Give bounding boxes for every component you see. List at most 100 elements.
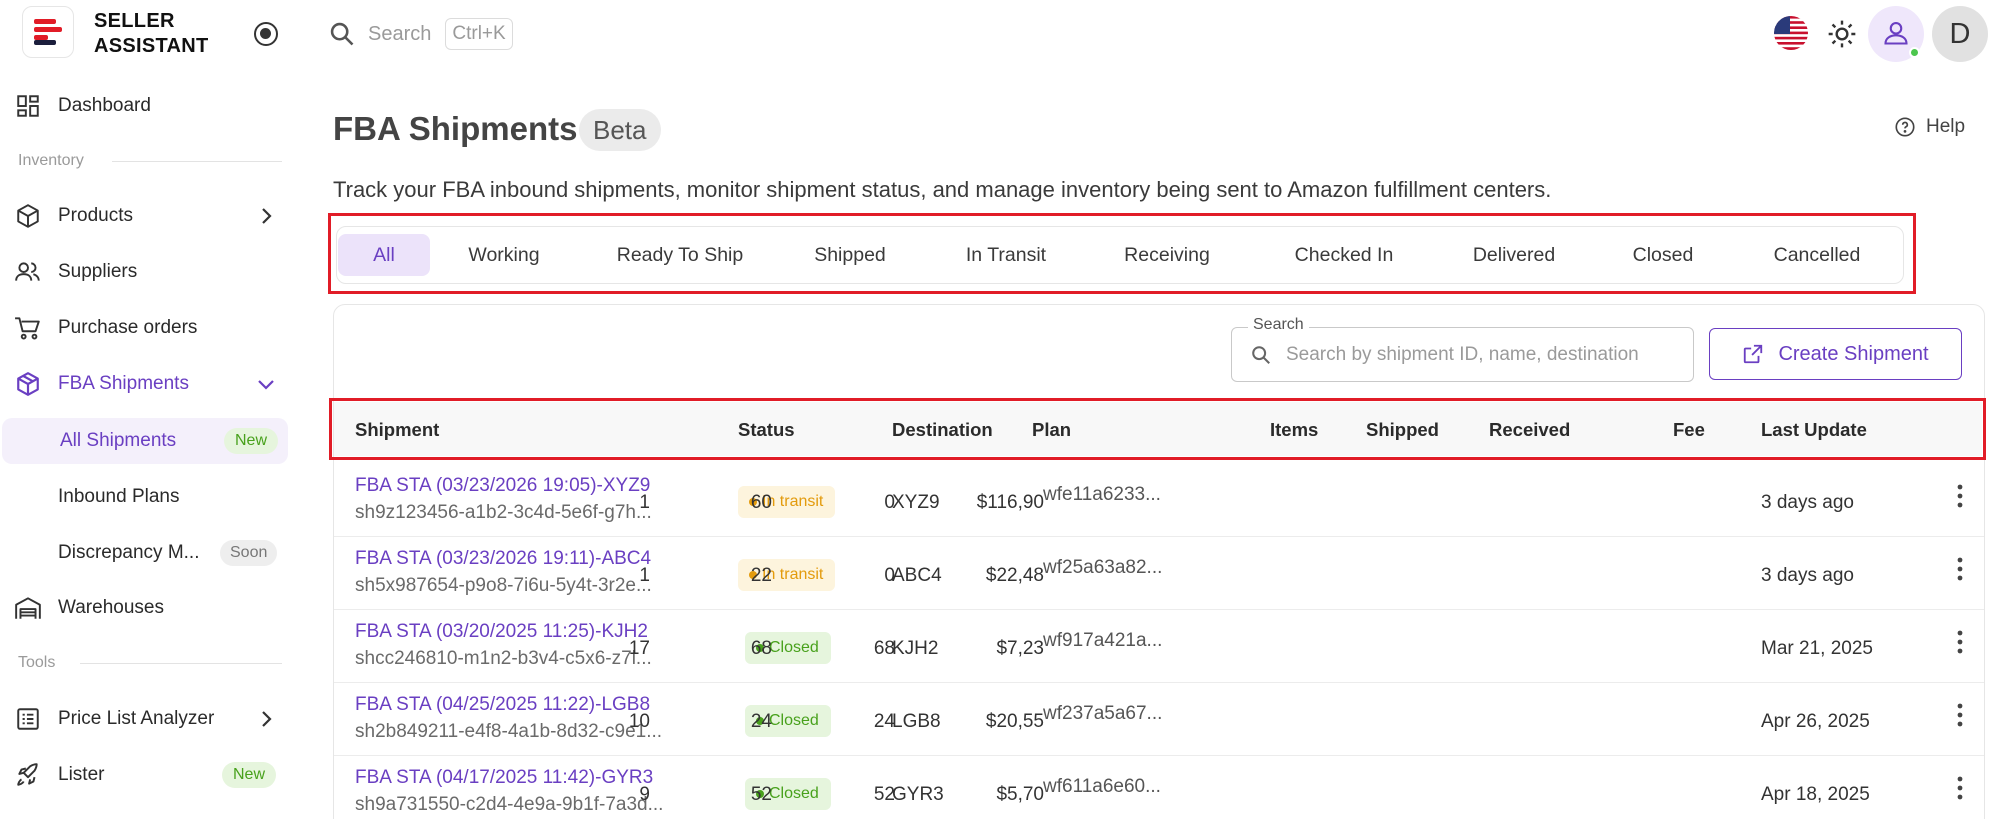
tab-shipped[interactable]: Shipped xyxy=(804,234,896,276)
tab-working[interactable]: Working xyxy=(451,234,557,276)
last-update: Apr 18, 2025 xyxy=(1761,784,1870,805)
cube-icon xyxy=(14,202,42,230)
sidebar-item-dashboard[interactable]: Dashboard xyxy=(0,84,288,128)
items-count: 1 xyxy=(639,565,650,586)
user-icon xyxy=(1884,22,1908,45)
box-icon xyxy=(14,370,42,398)
shipment-name-link[interactable]: FBA STA (03/23/2026 19:11)-ABC4 xyxy=(355,548,651,570)
column-header-received[interactable]: Received xyxy=(1489,419,1570,441)
sidebar-item-price-list-analyzer[interactable]: Price List Analyzer xyxy=(0,697,288,741)
tab-closed[interactable]: Closed xyxy=(1620,234,1706,276)
brand-name: SELLER ASSISTANT xyxy=(94,10,209,57)
logo-icon xyxy=(34,19,62,45)
plan-id: wf611a6e60... xyxy=(1043,776,1161,797)
dashboard-icon xyxy=(14,92,42,120)
create-shipment-button[interactable]: Create Shipment xyxy=(1709,328,1962,380)
more-options-icon[interactable] xyxy=(1948,555,1972,585)
tab-ready-to-ship[interactable]: Ready To Ship xyxy=(605,234,755,276)
table-row[interactable]: FBA STA (03/23/2026 19:05)-XYZ9 sh9z1234… xyxy=(334,464,1984,537)
section-label-inventory: Inventory xyxy=(18,152,84,169)
sidebar-item-products[interactable]: Products xyxy=(0,194,288,238)
divider xyxy=(80,663,282,664)
shipment-name-link[interactable]: FBA STA (03/23/2026 19:05)-XYZ9 xyxy=(355,475,650,497)
help-link[interactable]: Help xyxy=(1894,116,1965,138)
column-header-items[interactable]: Items xyxy=(1270,419,1318,441)
more-options-icon[interactable] xyxy=(1948,482,1972,512)
shipment-id: shcc246810-m1n2-b3v4-c5x6-z7l... xyxy=(355,648,652,669)
received-count: 68 xyxy=(873,638,895,659)
global-search[interactable]: Search Ctrl+K xyxy=(328,14,513,54)
table-row[interactable]: FBA STA (04/25/2025 11:22)-LGB8 sh2b8492… xyxy=(334,683,1984,756)
items-count: 17 xyxy=(628,638,650,659)
record-icon[interactable] xyxy=(254,22,278,46)
more-options-icon[interactable] xyxy=(1948,701,1972,731)
sidebar-item-label: All Shipments xyxy=(60,430,177,451)
cart-icon xyxy=(14,314,42,342)
received-count: 0 xyxy=(884,492,895,513)
brand-logo[interactable] xyxy=(22,6,74,58)
column-header-shipped[interactable]: Shipped xyxy=(1366,419,1439,441)
sidebar-item-lister[interactable]: Lister New xyxy=(0,753,288,797)
section-label-tools: Tools xyxy=(18,654,56,671)
profile-button[interactable] xyxy=(1868,6,1924,62)
shipped-count: 68 xyxy=(750,638,772,659)
tab-all[interactable]: All xyxy=(338,234,430,276)
column-header-fee[interactable]: Fee xyxy=(1673,419,1705,441)
destination: XYZ9 xyxy=(892,492,940,513)
sidebar-item-label: Inbound Plans xyxy=(58,486,180,507)
column-header-last-update[interactable]: Last Update xyxy=(1761,419,1867,441)
more-options-icon[interactable] xyxy=(1948,628,1972,658)
new-badge: New xyxy=(222,762,277,788)
us-flag-icon[interactable] xyxy=(1774,16,1808,50)
external-link-icon xyxy=(1744,344,1763,364)
tab-cancelled[interactable]: Cancelled xyxy=(1757,234,1877,276)
list-icon xyxy=(14,705,42,733)
sidebar-item-purchase-orders[interactable]: Purchase orders xyxy=(0,306,288,350)
sidebar-item-label: Discrepancy M... xyxy=(58,542,200,563)
table-row[interactable]: FBA STA (04/17/2025 11:42)-GYR3 sh9a7315… xyxy=(334,756,1984,819)
sidebar-item-suppliers[interactable]: Suppliers xyxy=(0,250,288,294)
warehouse-icon xyxy=(14,594,42,622)
tab-checked-in[interactable]: Checked In xyxy=(1274,234,1414,276)
sidebar-item-inbound-plans[interactable]: Inbound Plans xyxy=(0,474,288,520)
divider xyxy=(112,161,282,162)
sidebar-item-fba-shipments[interactable]: FBA Shipments xyxy=(0,362,288,406)
tab-in-transit[interactable]: In Transit xyxy=(951,234,1061,276)
column-header-destination[interactable]: Destination xyxy=(892,419,993,441)
destination: GYR3 xyxy=(892,784,944,805)
avatar[interactable]: D xyxy=(1932,6,1988,62)
sidebar: SELLER ASSISTANT Dashboard Inventory Pro… xyxy=(0,0,292,819)
shipment-name-link[interactable]: FBA STA (04/17/2025 11:42)-GYR3 xyxy=(355,767,653,789)
column-header-status[interactable]: Status xyxy=(738,419,795,441)
tab-receiving[interactable]: Receiving xyxy=(1112,234,1222,276)
chevron-down-icon xyxy=(258,380,274,390)
new-badge: New xyxy=(224,428,279,454)
sidebar-item-label: Suppliers xyxy=(58,261,138,282)
sidebar-item-all-shipments[interactable]: All Shipments New xyxy=(2,418,288,464)
destination: KJH2 xyxy=(892,638,939,659)
sidebar-item-discrepancy[interactable]: Discrepancy M... Soon xyxy=(0,530,288,576)
shipment-name-link[interactable]: FBA STA (04/25/2025 11:22)-LGB8 xyxy=(355,694,650,716)
fee: $116,90 xyxy=(976,492,1044,513)
destination: LGB8 xyxy=(892,711,941,732)
search-placeholder: Search by shipment ID, name, destination xyxy=(1286,344,1639,365)
sidebar-item-warehouses[interactable]: Warehouses xyxy=(0,586,288,630)
shipment-id: sh5x987654-p9o8-7i6u-5y4t-3r2e... xyxy=(355,575,652,596)
column-header-plan[interactable]: Plan xyxy=(1032,419,1071,441)
shipment-name-link[interactable]: FBA STA (03/20/2025 11:25)-KJH2 xyxy=(355,621,648,643)
shipment-search-input[interactable]: Search Search by shipment ID, name, dest… xyxy=(1231,316,1694,382)
theme-toggle-icon[interactable] xyxy=(1826,18,1858,50)
tab-delivered[interactable]: Delivered xyxy=(1460,234,1568,276)
search-shortcut: Ctrl+K xyxy=(445,18,513,50)
table-row[interactable]: FBA STA (03/20/2025 11:25)-KJH2 shcc2468… xyxy=(334,610,1984,683)
column-header-shipment[interactable]: Shipment xyxy=(355,419,439,441)
received-count: 0 xyxy=(884,565,895,586)
sidebar-item-label: Products xyxy=(58,205,133,226)
search-label: Search xyxy=(1248,316,1309,334)
sidebar-item-label: FBA Shipments xyxy=(58,373,189,394)
last-update: Mar 21, 2025 xyxy=(1761,638,1873,659)
table-row[interactable]: FBA STA (03/23/2026 19:11)-ABC4 sh5x9876… xyxy=(334,537,1984,610)
more-options-icon[interactable] xyxy=(1948,774,1972,804)
shipment-id: sh2b849211-e4f8-4a1b-8d32-c9e1... xyxy=(355,721,663,742)
destination: ABC4 xyxy=(892,565,942,586)
